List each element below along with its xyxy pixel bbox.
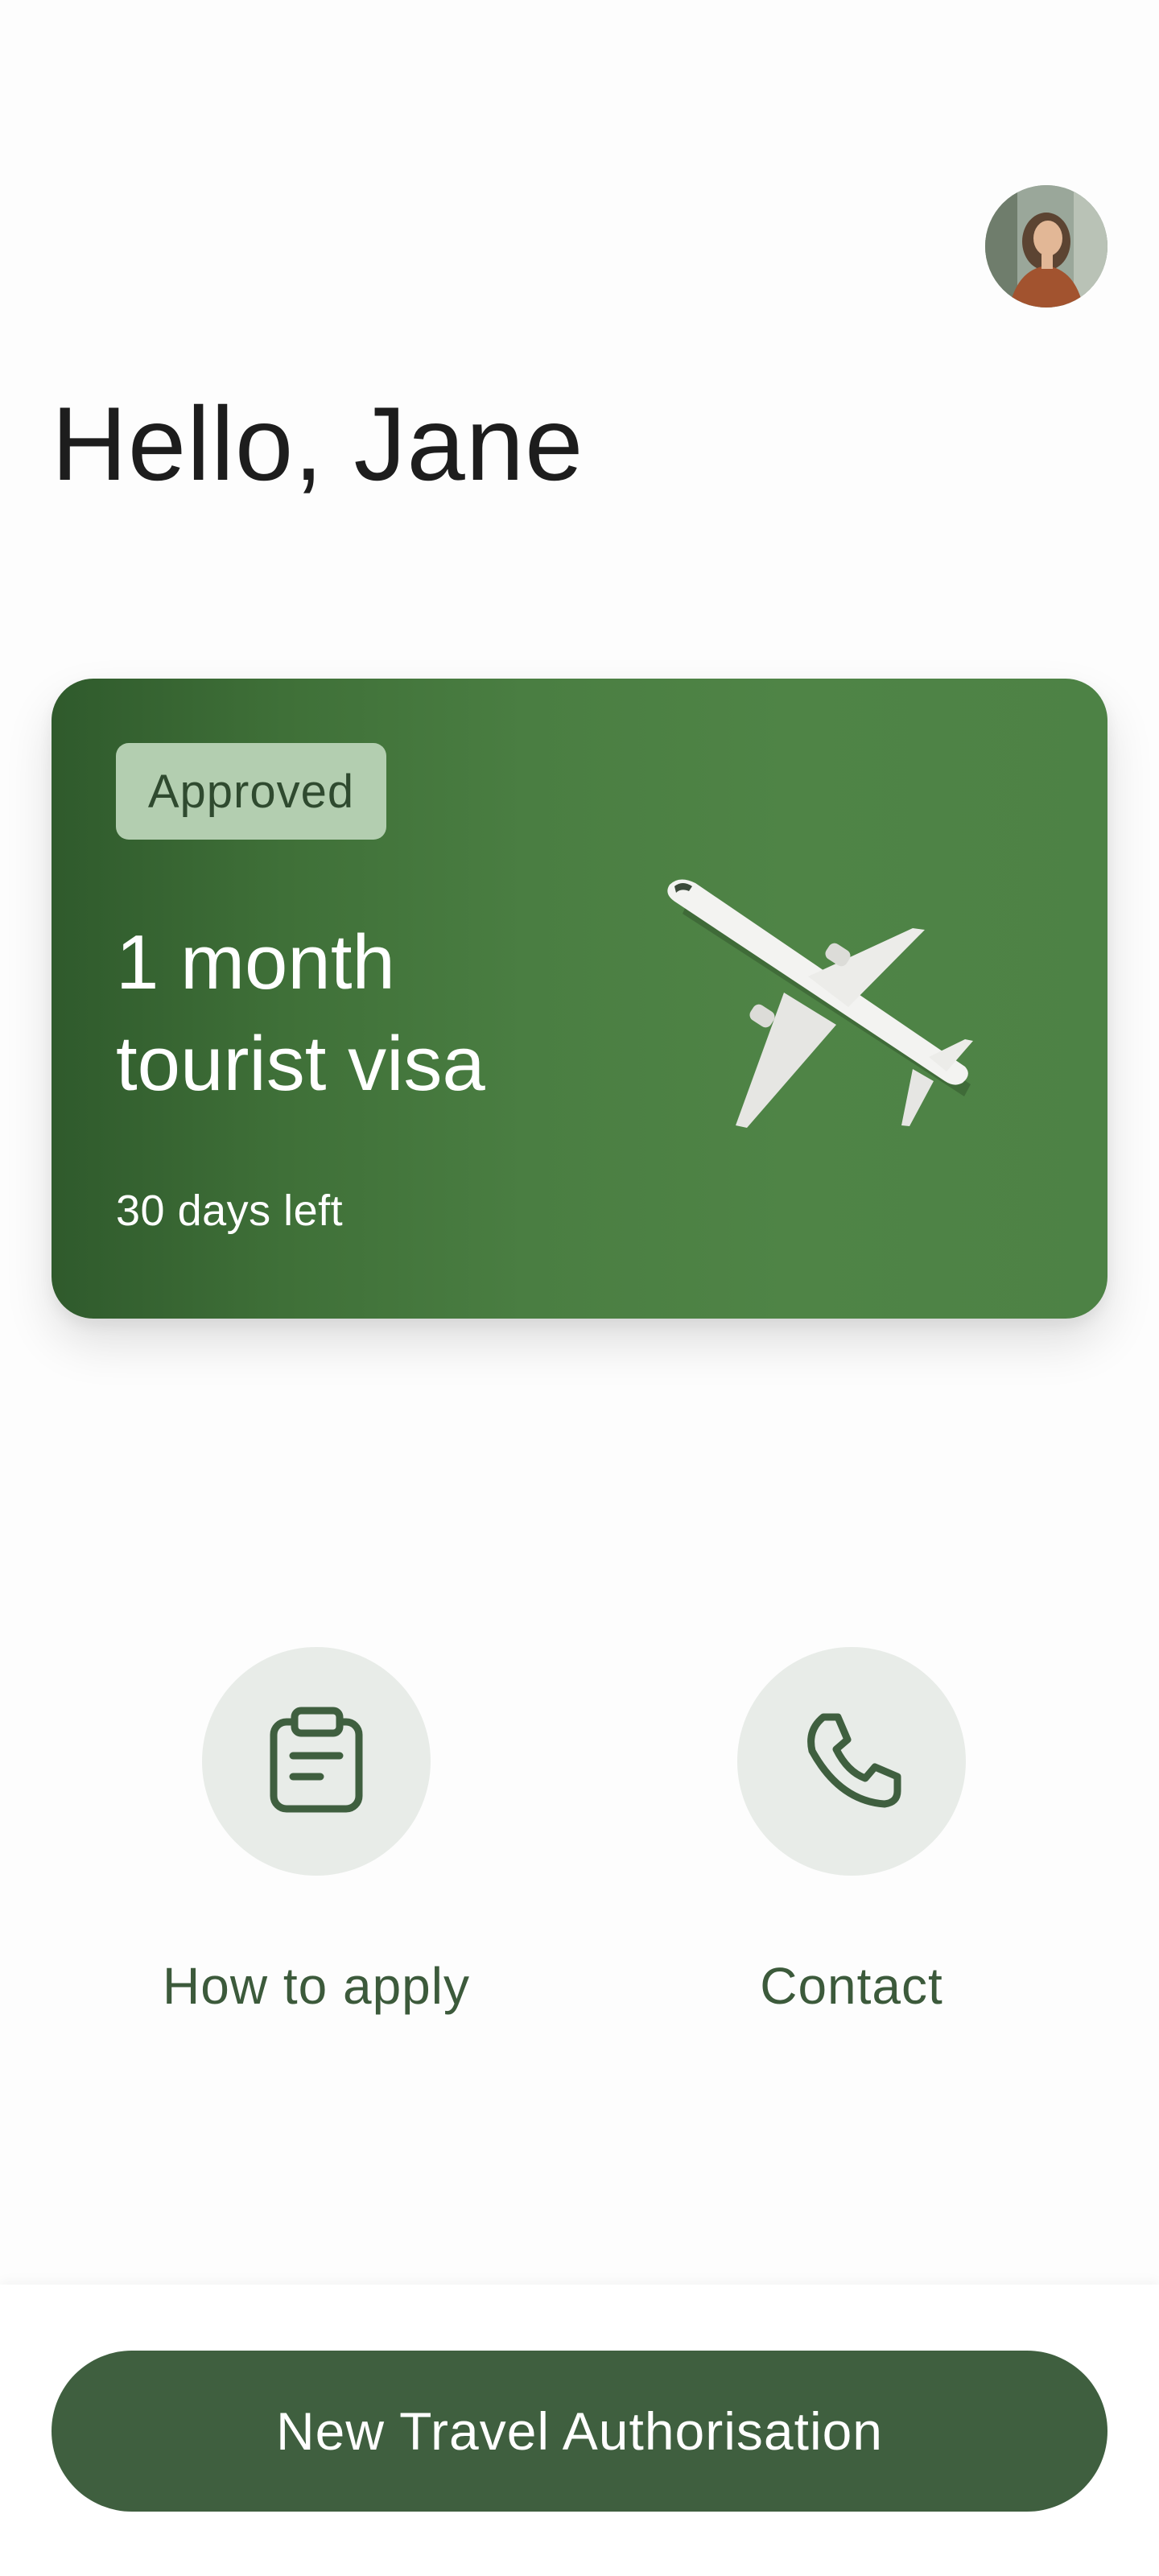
airplane-icon (667, 879, 973, 1128)
visa-card[interactable]: Approved 1 month tourist visa 30 days le… (52, 679, 1107, 1319)
new-travel-authorisation-button[interactable]: New Travel Authorisation (52, 2351, 1107, 2512)
user-avatar-photo-icon (985, 185, 1107, 308)
how-to-apply-button[interactable] (202, 1647, 431, 1876)
greeting-title: Hello, Jane (52, 385, 584, 502)
days-left-text: 30 days left (116, 1187, 344, 1235)
contact-label: Contact (760, 1957, 943, 2015)
visa-title-line2: tourist visa (116, 1021, 485, 1107)
how-to-apply-action[interactable]: How to apply (107, 1647, 526, 2016)
contact-button[interactable] (737, 1647, 966, 1876)
bottom-bar: New Travel Authorisation (0, 2285, 1159, 2576)
clipboard-icon (270, 1707, 363, 1813)
visa-title-line1: 1 month (116, 919, 395, 1005)
avatar[interactable] (985, 185, 1107, 308)
phone-icon (807, 1713, 901, 1808)
contact-action[interactable]: Contact (642, 1647, 1061, 2016)
status-badge: Approved (116, 743, 386, 840)
how-to-apply-label: How to apply (163, 1957, 470, 2015)
visa-title: 1 month tourist visa (116, 912, 485, 1115)
